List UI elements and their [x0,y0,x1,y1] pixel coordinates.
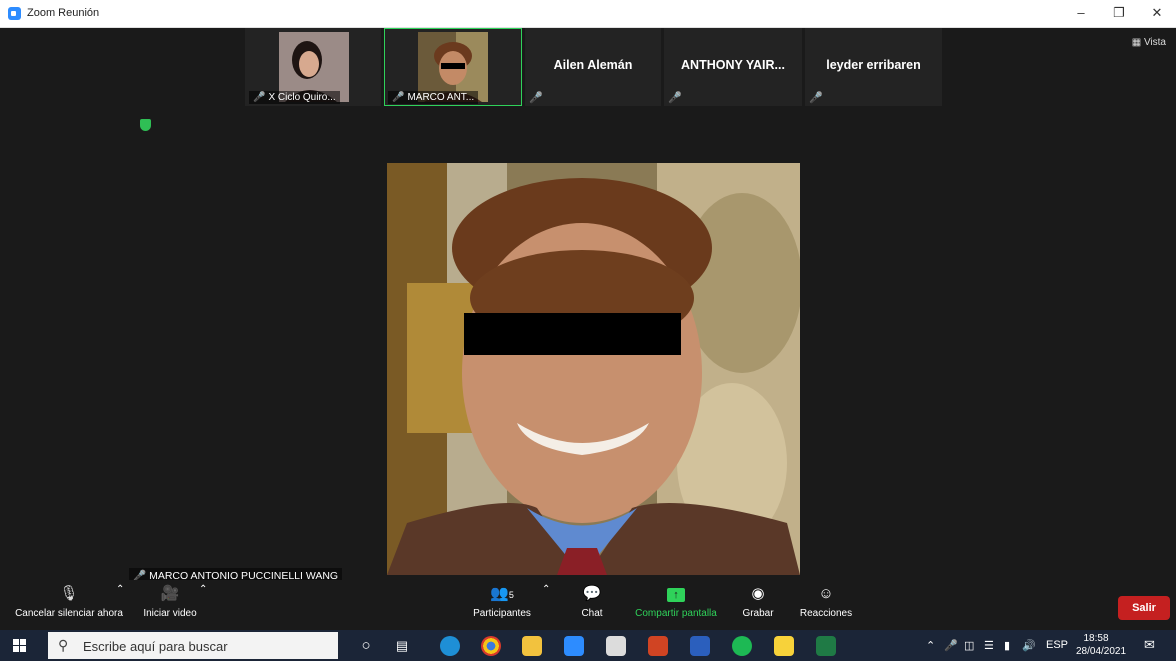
participant-name: Ailen Alemán [553,58,633,72]
file-explorer-icon[interactable] [522,636,542,656]
share-screen-icon: ↑ [628,584,724,604]
minimize-button[interactable]: – [1068,2,1094,24]
participant-name: 🎤 X Ciclo Quiro... [249,91,340,104]
sticky-notes-icon[interactable] [774,636,794,656]
muted-mic-icon: 🎤 [809,92,823,104]
participants-options-chevron-icon[interactable]: ⌃ [542,584,550,595]
device-tray-icon[interactable]: ◫ [964,639,974,652]
participant-thumbnail[interactable]: ANTHONY YAIR... 🎤 [664,28,802,106]
word-icon[interactable] [690,636,710,656]
video-options-chevron-icon[interactable]: ⌃ [199,584,207,595]
notifications-icon[interactable]: ✉ [1144,637,1155,653]
reactions-emoji-icon: ☺ [818,585,834,602]
participants-icon: 👥5 [490,585,514,602]
grid-icon: ▦ [1131,37,1142,48]
leave-meeting-button[interactable]: Salir [1118,596,1170,620]
microphone-tray-icon[interactable]: 🎤 [944,639,958,652]
network-icon[interactable]: ☰ [984,639,994,652]
windows-taskbar: ⚲ Escribe aquí para buscar ○ ▤ ⌃ 🎤 ◫ ☰ ▮… [0,630,1176,661]
record-icon: ◉ [751,585,765,602]
participants-button[interactable]: 👥5 Participantes [470,584,534,619]
windows-start-icon[interactable] [13,639,27,653]
view-button[interactable]: ▦ Vista [1132,37,1166,48]
unmute-button[interactable]: 🎙 Cancelar silenciar ahora [14,584,124,619]
taskbar-clock[interactable]: 18:58 28/04/2021 [1076,632,1127,658]
participant-name: 🎤 MARCO ANT... [388,91,479,104]
start-video-button[interactable]: 🎥 Iniciar video [137,584,203,619]
chat-bubble-icon: 💬 [582,585,602,602]
security-shield-icon[interactable] [140,119,151,131]
volume-icon[interactable]: 🔊 [1022,639,1036,652]
search-icon: ⚲ [58,637,69,653]
speaker-video-frame [387,163,800,575]
battery-icon[interactable]: ▮ [1004,639,1010,652]
task-view-icon[interactable]: ▤ [392,636,412,656]
muted-mic-icon: 🎤 [529,92,543,104]
muted-mic-icon: 🎤 [253,92,266,103]
zoom-taskbar-icon[interactable] [564,636,584,656]
store-icon[interactable] [606,636,626,656]
search-placeholder: Escribe aquí para buscar [83,639,228,654]
zoom-app-icon [8,7,21,20]
window-titlebar: Zoom Reunión – ❐ ✕ [0,0,1176,28]
clock-time: 18:58 [1083,633,1109,644]
active-speaker-video [387,163,800,575]
edge-browser-icon[interactable] [440,636,460,656]
show-hidden-icons-chevron-icon[interactable]: ⌃ [926,639,935,652]
excel-icon[interactable] [816,636,836,656]
share-screen-button[interactable]: ↑ Compartir pantalla [628,584,724,619]
clock-date: 28/04/2021 [1076,646,1127,657]
meeting-toolbar: 🎙 Cancelar silenciar ahora ⌃ 🎥 Iniciar v… [0,580,1176,628]
close-button[interactable]: ✕ [1144,2,1170,24]
participant-name: leyder erribaren [826,58,921,72]
participant-thumbnail[interactable]: 🎤 X Ciclo Quiro... [245,28,381,106]
record-button[interactable]: ◉ Grabar [738,584,778,619]
audio-options-chevron-icon[interactable]: ⌃ [116,584,124,595]
video-off-icon: 🎥 [160,585,180,602]
muted-mic-icon: 🎤 [392,92,405,103]
chat-button[interactable]: 💬 Chat [574,584,610,619]
muted-mic-icon: 🎤 [668,92,682,104]
chrome-browser-icon[interactable] [481,636,501,656]
participant-thumbnail[interactable]: leyder erribaren 🎤 [805,28,942,106]
window-title: Zoom Reunión [27,7,100,19]
muted-microphone-icon: 🎙 [59,585,79,602]
participant-thumbnail[interactable]: Ailen Alemán 🎤 [525,28,661,106]
taskbar-search-box[interactable]: ⚲ Escribe aquí para buscar [48,632,338,659]
reactions-button[interactable]: ☺ Reacciones [798,584,854,619]
participant-name: ANTHONY YAIR... [681,58,785,72]
cortana-icon[interactable]: ○ [356,636,376,656]
participant-thumbnail-active[interactable]: 🎤 MARCO ANT... [384,28,522,106]
spotify-icon[interactable] [732,636,752,656]
maximize-button[interactable]: ❐ [1106,2,1132,24]
language-indicator[interactable]: ESP [1046,639,1068,651]
powerpoint-icon[interactable] [648,636,668,656]
